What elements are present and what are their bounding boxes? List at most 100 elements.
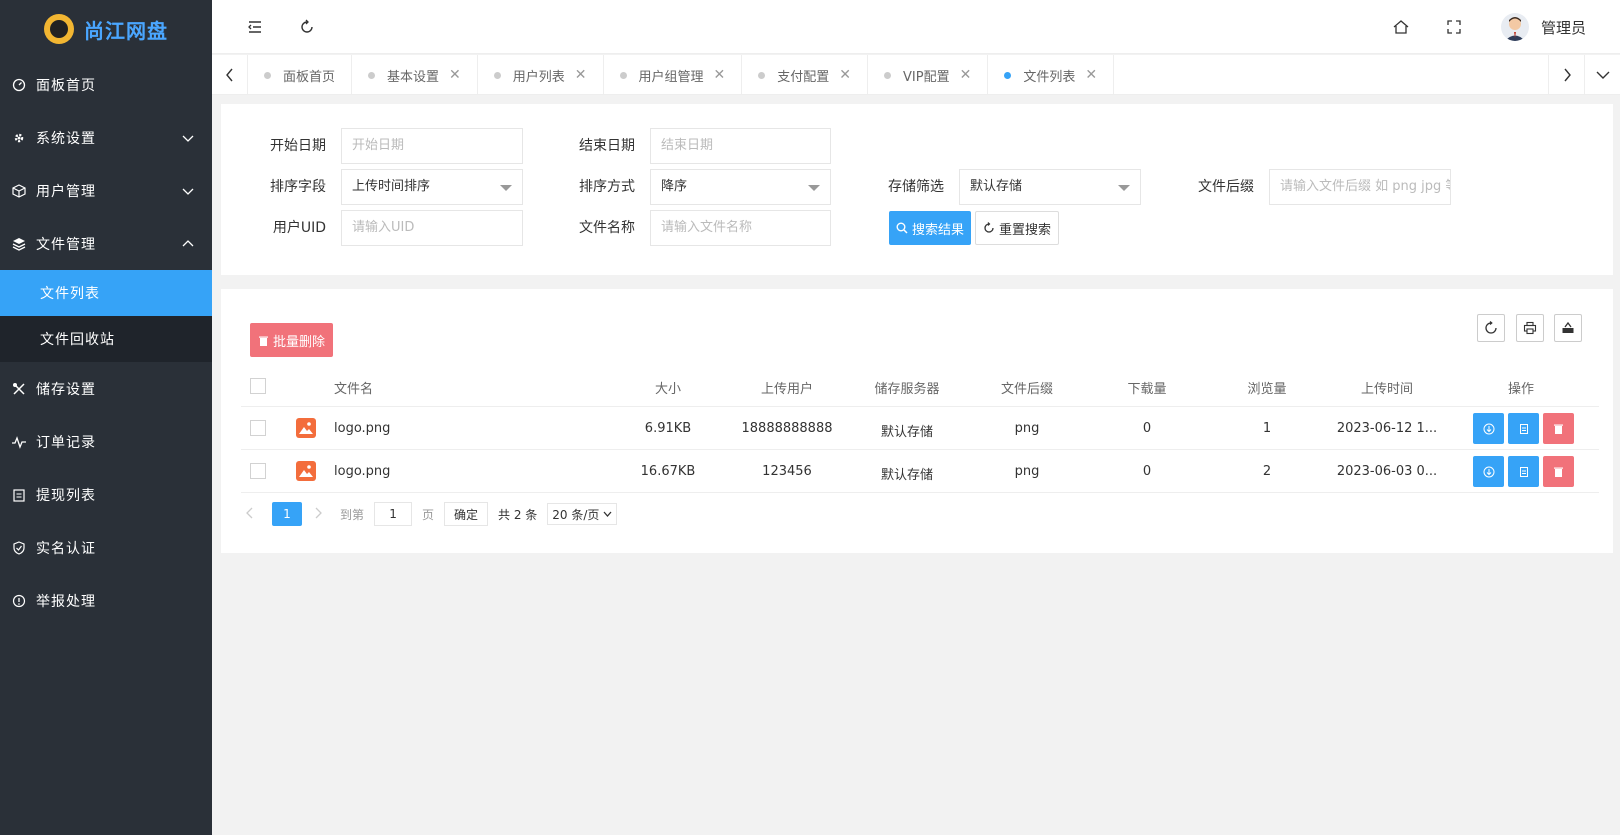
sidebar-item-label: 文件管理 (36, 236, 96, 253)
tab-label: 基本设置 (387, 69, 440, 85)
table-refresh-button[interactable] (1477, 314, 1505, 342)
page-size-value: 20 条/页 (552, 507, 600, 522)
page-size-select[interactable]: 20 条/页 (547, 503, 618, 525)
fullscreen-icon[interactable] (1445, 18, 1463, 36)
sidebar-item-real-name-verification[interactable]: 实名认证 (0, 521, 212, 574)
shield-icon (12, 540, 26, 555)
tab-vip-config[interactable]: VIP配置 ✕ (868, 55, 989, 95)
close-icon[interactable]: ✕ (1085, 67, 1097, 83)
column-header-uploader[interactable]: 上传用户 (727, 378, 847, 397)
column-header-file-suffix[interactable]: 文件后缀 (967, 378, 1087, 397)
file-suffix-label: 文件后缀 (1198, 179, 1254, 195)
close-icon[interactable]: ✕ (839, 67, 851, 83)
tabs-scroll-left-button[interactable] (212, 55, 248, 95)
file-name-label: 文件名称 (579, 220, 635, 236)
column-header-upload-time[interactable]: 上传时间 (1327, 378, 1447, 397)
column-header-views[interactable]: 浏览量 (1207, 378, 1327, 397)
close-icon[interactable]: ✕ (449, 67, 461, 83)
file-name[interactable]: logo.png (334, 421, 390, 436)
tab-user-list[interactable]: 用户列表 ✕ (478, 55, 604, 95)
dashboard-icon (12, 78, 26, 92)
caret-down-icon (808, 185, 820, 191)
storage-server: 默认存储 (880, 425, 933, 440)
batch-delete-button[interactable]: 批量删除 (250, 323, 333, 357)
chevron-up-icon (182, 239, 194, 246)
select-all-checkbox[interactable] (250, 378, 266, 394)
column-header-size[interactable]: 大小 (620, 378, 716, 397)
tab-user-group-management[interactable]: 用户组管理 ✕ (604, 55, 743, 95)
goto-confirm-button[interactable]: 确定 (444, 502, 489, 526)
sidebar-item-label: 系统设置 (36, 130, 96, 147)
sidebar-item-report-handling[interactable]: 举报处理 (0, 574, 212, 627)
sidebar-item-withdraw-list[interactable]: 提现列表 (0, 468, 212, 521)
tab-label: 支付配置 (777, 69, 830, 85)
tab-payment-config[interactable]: 支付配置 ✕ (742, 55, 869, 95)
delete-button[interactable] (1543, 413, 1574, 444)
sidebar-item-file-management[interactable]: 文件管理 (0, 217, 212, 270)
reset-button[interactable]: 重置搜索 (975, 211, 1059, 245)
details-button[interactable] (1508, 456, 1539, 487)
table-print-button[interactable] (1516, 314, 1544, 342)
search-icon (896, 222, 908, 234)
goto-page-input[interactable]: 1 (374, 502, 413, 526)
menu-toggle-icon[interactable] (246, 18, 264, 36)
column-header-filename[interactable]: 文件名 (334, 378, 373, 397)
sort-order-select[interactable]: 降序 (650, 169, 831, 205)
refresh-icon (984, 222, 994, 233)
sidebar-item-dashboard[interactable]: 面板首页 (0, 58, 212, 111)
start-date-input[interactable]: 开始日期 (341, 128, 523, 164)
table-export-button[interactable] (1554, 314, 1582, 342)
sidebar-item-file-recycle-bin[interactable]: 文件回收站 (0, 316, 212, 362)
tabs-menu-button[interactable] (1584, 55, 1620, 95)
user-menu[interactable]: 管理员 (1500, 13, 1586, 41)
file-suffix-input[interactable]: 请输入文件后缀 如 png jpg 等 (1269, 169, 1451, 205)
delete-button[interactable] (1543, 456, 1574, 487)
search-button[interactable]: 搜索结果 (889, 211, 971, 245)
file-name[interactable]: logo.png (334, 464, 390, 479)
sidebar-item-system-settings[interactable]: 系统设置 (0, 111, 212, 164)
export-icon (1562, 321, 1574, 333)
tabs-scroll-right-button[interactable] (1548, 55, 1584, 95)
row-checkbox[interactable] (250, 463, 266, 479)
next-page-button[interactable] (314, 507, 334, 522)
tab-file-list[interactable]: 文件列表 ✕ (988, 55, 1115, 95)
column-header-storage-server[interactable]: 储存服务器 (847, 378, 967, 397)
sidebar-item-file-list[interactable]: 文件列表 (0, 270, 212, 316)
refresh-icon[interactable] (298, 18, 316, 36)
close-icon[interactable]: ✕ (714, 67, 726, 83)
prev-page-button[interactable] (246, 507, 266, 522)
user-uid-input[interactable]: 请输入UID (341, 210, 523, 246)
storage-filter-label: 存储筛选 (888, 179, 944, 195)
tab-basic-settings[interactable]: 基本设置 ✕ (352, 55, 478, 95)
sidebar-item-order-records[interactable]: 订单记录 (0, 415, 212, 468)
sidebar-item-label: 实名认证 (36, 540, 96, 557)
file-name-input[interactable]: 请输入文件名称 (650, 210, 831, 246)
close-icon[interactable]: ✕ (960, 67, 972, 83)
download-icon (1483, 466, 1494, 477)
sidebar-item-storage-settings[interactable]: 储存设置 (0, 362, 212, 415)
sidebar-item-user-management[interactable]: 用户管理 (0, 164, 212, 217)
app-logo[interactable]: 尚江网盘 (0, 0, 212, 58)
sidebar-item-label: 提现列表 (36, 487, 96, 504)
storage-filter-select[interactable]: 默认存储 (959, 169, 1141, 205)
user-uid-label: 用户UID (272, 220, 326, 236)
user-name: 管理员 (1540, 18, 1586, 37)
download-button[interactable] (1473, 456, 1504, 487)
sidebar-item-label: 订单记录 (36, 434, 96, 451)
page-number-current[interactable]: 1 (272, 502, 302, 526)
download-count: 0 (1142, 421, 1152, 436)
tab-dashboard[interactable]: 面板首页 (248, 55, 353, 95)
column-header-downloads[interactable]: 下载量 (1087, 378, 1207, 397)
chevron-right-icon (1563, 68, 1571, 82)
download-button[interactable] (1473, 413, 1504, 444)
download-count: 0 (1142, 464, 1152, 479)
close-icon[interactable]: ✕ (575, 67, 587, 83)
storage-server: 默认存储 (880, 468, 933, 483)
details-button[interactable] (1508, 413, 1539, 444)
end-date-input[interactable]: 结束日期 (650, 128, 831, 164)
tab-label: 面板首页 (283, 69, 336, 85)
sort-field-select[interactable]: 上传时间排序 (341, 169, 523, 205)
clipboard-icon (1519, 466, 1528, 477)
row-checkbox[interactable] (250, 420, 266, 436)
home-icon[interactable] (1392, 18, 1410, 36)
